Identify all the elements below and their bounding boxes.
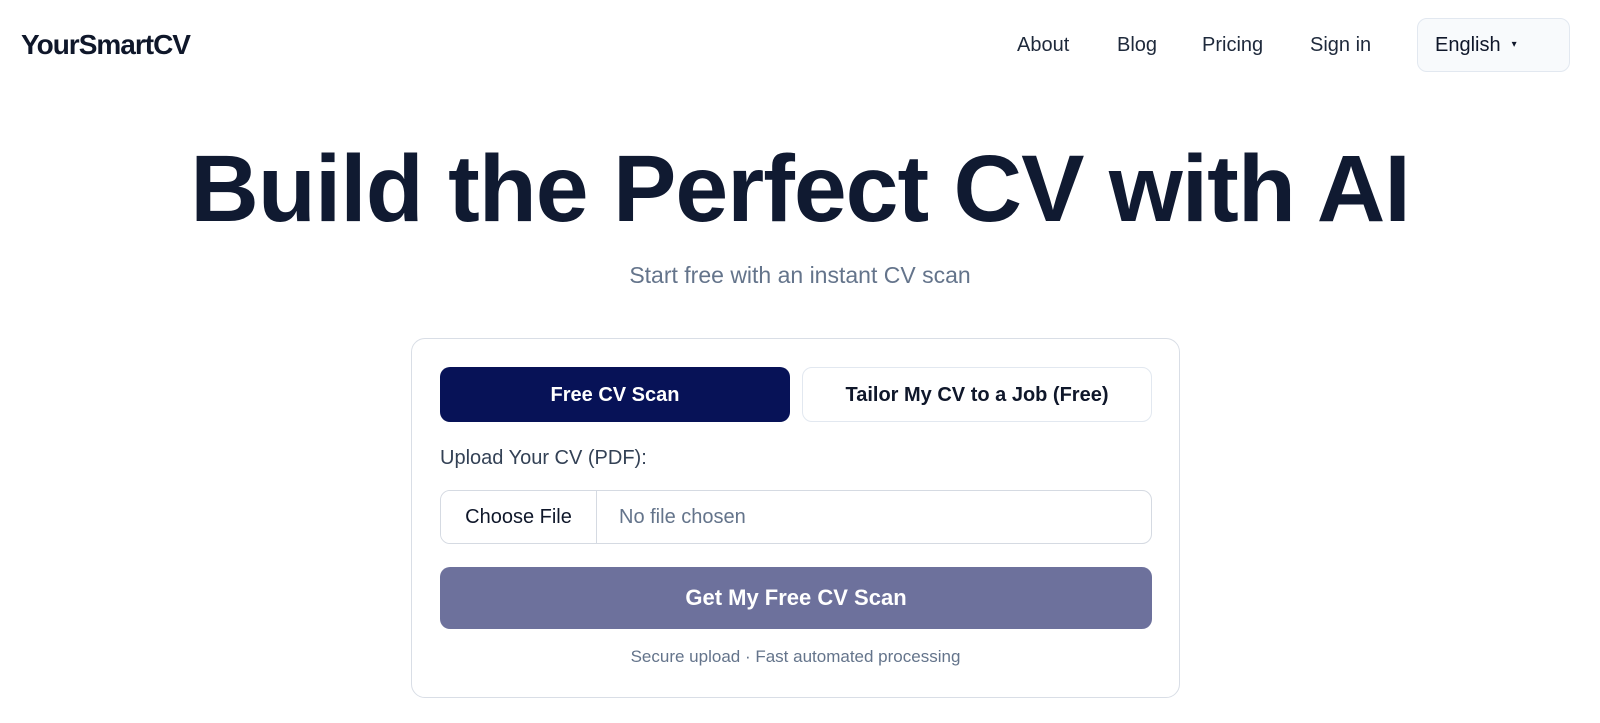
file-status-text: No file chosen (619, 505, 746, 528)
tab-label: Tailor My CV to a Job (Free) (845, 383, 1109, 406)
page: YourSmartCV About Blog Pricing Sign in E… (0, 0, 1600, 723)
nav-link-about[interactable]: About (1017, 30, 1069, 60)
tab-free-cv-scan[interactable]: Free CV Scan (440, 367, 790, 422)
language-select-value: English (1435, 34, 1501, 56)
get-free-scan-button[interactable]: Get My Free CV Scan (440, 567, 1152, 629)
nav-link-pricing[interactable]: Pricing (1202, 30, 1263, 60)
upload-label: Upload Your CV (PDF): (440, 447, 647, 469)
tab-tailor-cv[interactable]: Tailor My CV to a Job (Free) (802, 367, 1152, 422)
nav-link-sign-in[interactable]: Sign in (1310, 30, 1371, 60)
hero-subtitle: Start free with an instant CV scan (629, 262, 971, 288)
choose-file-button[interactable]: Choose File (441, 491, 597, 543)
caret-down-icon: ▾ (1511, 39, 1517, 50)
main-nav: About Blog Pricing Sign in (0, 30, 1600, 60)
scan-card: Free CV Scan Tailor My CV to a Job (Free… (411, 338, 1180, 698)
hero-title: Build the Perfect CV with AI (190, 136, 1410, 242)
site-header: YourSmartCV About Blog Pricing Sign in E… (0, 0, 1600, 90)
security-note: Secure upload · Fast automated processin… (630, 647, 961, 666)
tab-label: Free CV Scan (550, 383, 680, 406)
language-select[interactable]: English ▾ (1417, 18, 1570, 72)
nav-link-blog[interactable]: Blog (1117, 30, 1157, 60)
cv-file-input[interactable]: Choose File No file chosen (440, 490, 1152, 544)
